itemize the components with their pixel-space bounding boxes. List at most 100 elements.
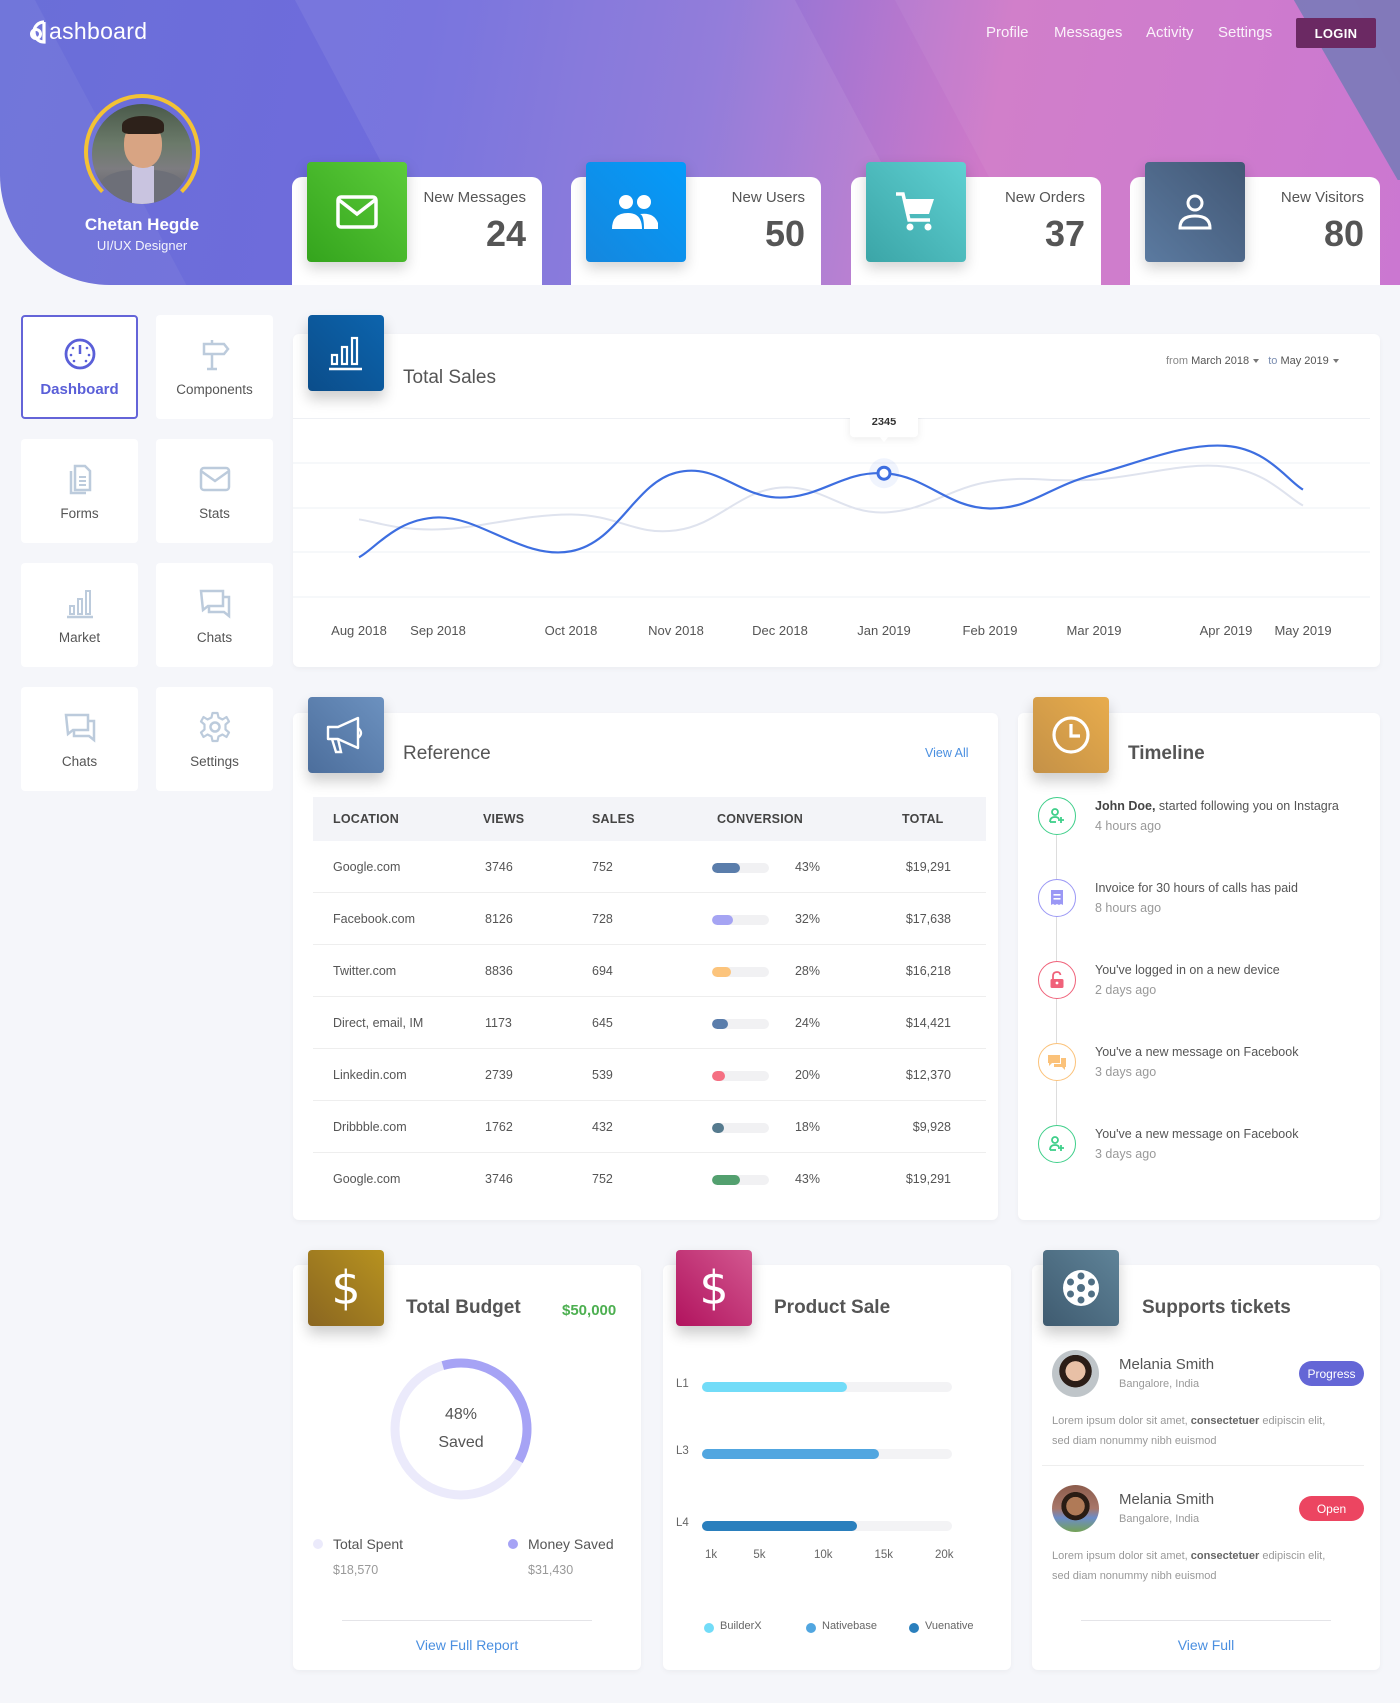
nav-activity[interactable]: Activity (1146, 24, 1194, 41)
dollar-glyph: $ (699, 1261, 729, 1315)
ticket-text: sed diam nonummy nibh euismod (1052, 1435, 1217, 1447)
bar-fill-l1[interactable] (702, 1382, 847, 1392)
view-full-report-link[interactable]: View Full Report (342, 1637, 592, 1653)
timeline-item[interactable]: You've a new message on Facebook 3 days … (1038, 1043, 1378, 1103)
x-tick-label: Mar 2019 (1067, 623, 1122, 638)
sidebar-item-label: Chats (196, 629, 233, 645)
nav-profile[interactable]: Profile (986, 24, 1029, 41)
view-all-link[interactable]: View All (925, 746, 969, 760)
timeline-actor: John Doe, (1095, 799, 1156, 813)
spent-value: $18,570 (333, 1563, 379, 1577)
sidebar-item-label: Stats (199, 505, 230, 521)
sidebar-item-settings[interactable]: Settings (156, 687, 273, 791)
stat-label: New Users (731, 189, 805, 206)
ticket-description: Lorem ipsum dolor sit amet, consectetuer… (1052, 1411, 1372, 1451)
timeline-item[interactable]: Invoice for 30 hours of calls has paid 8… (1038, 879, 1378, 939)
table-row[interactable]: Linkedin.com 2739 539 20% $12,370 (313, 1049, 986, 1101)
status-badge[interactable]: Open (1299, 1496, 1364, 1521)
timeline-time: 4 hours ago (1095, 819, 1162, 833)
profile-name: Chetan Hegde (84, 215, 200, 234)
cell-views: 1762 (485, 1120, 513, 1134)
column-header-views[interactable]: VIEWS (483, 812, 524, 826)
sidebar-item-forms[interactable]: Forms (21, 439, 138, 543)
conversion-bar-fill (712, 915, 734, 925)
ticket-description: Lorem ipsum dolor sit amet, consectetuer… (1052, 1546, 1372, 1586)
table-row[interactable]: Facebook.com 8126 728 32% $17,638 (313, 893, 986, 945)
x-tick-label: Dec 2018 (752, 623, 808, 638)
user-icon (1145, 162, 1245, 262)
ticket-name: Melania Smith (1119, 1491, 1215, 1508)
conversion-bar (712, 1019, 769, 1029)
divider (1042, 1465, 1364, 1466)
logo[interactable]: ashboard (24, 18, 147, 45)
column-header-sales[interactable]: SALES (592, 812, 635, 826)
column-header-total[interactable]: TOTAL (902, 812, 944, 826)
highlight-point[interactable] (876, 465, 892, 481)
cell-conversion: 43% (794, 1172, 820, 1186)
sidebar-item-market[interactable]: Market (21, 563, 138, 667)
stat-label: New Messages (423, 189, 526, 206)
nav-messages[interactable]: Messages (1054, 24, 1122, 41)
sidebar-item-dashboard[interactable]: Dashboard (21, 315, 138, 419)
table-row[interactable]: Google.com 3746 752 43% $19,291 (313, 841, 986, 893)
column-header-location[interactable]: LOCATION (333, 812, 399, 826)
cell-views: 1173 (485, 1016, 512, 1030)
from-date-select[interactable]: March 2018 (1191, 355, 1249, 367)
table-row[interactable]: Google.com 3746 752 43% $19,291 (313, 1153, 986, 1205)
chat-icon (199, 589, 230, 619)
sidebar-item-label: Settings (190, 753, 239, 769)
axis-tick-label: 20k (935, 1549, 954, 1561)
bar-label: L3 (676, 1445, 689, 1457)
ticket-text: Lorem ipsum dolor sit amet, (1052, 1415, 1191, 1427)
ticket-location: Bangalore, India (1119, 1513, 1200, 1525)
ticket-text-bold: consectetuer (1190, 1550, 1260, 1562)
timeline-item[interactable]: John Doe, started following you on Insta… (1038, 797, 1378, 857)
timeline-item[interactable]: You've a new message on Facebook 3 days … (1038, 1125, 1378, 1185)
chevron-down-icon[interactable] (1332, 358, 1339, 363)
to-date-select[interactable]: May 2019 (1280, 355, 1328, 367)
bar-fill-l3[interactable] (702, 1449, 880, 1459)
view-full-link[interactable]: View Full (1081, 1637, 1331, 1653)
sidebar-item-label: Chats (61, 753, 98, 769)
cell-location: Twitter.com (333, 964, 397, 978)
cell-total: $17,638 (905, 912, 951, 926)
timeline-item[interactable]: You've logged in on a new device 2 days … (1038, 961, 1378, 1021)
timeline-message: started following you on Instagra (1155, 799, 1339, 813)
cell-views: 2739 (485, 1068, 513, 1082)
conversion-bar (712, 915, 769, 925)
sidebar-item-components[interactable]: Components (156, 315, 273, 419)
status-badge[interactable]: Progress (1299, 1361, 1364, 1386)
table-row[interactable]: Direct, email, IM 1173 645 24% $14,421 (313, 997, 986, 1049)
timeline-text: Invoice for 30 hours of calls has paid (1095, 881, 1298, 895)
sidebar-item-label: Components (176, 381, 253, 397)
stat-value: 37 (1044, 213, 1085, 254)
timeline-time: 3 days ago (1095, 1147, 1157, 1161)
sidebar-item-chats[interactable]: Chats (156, 563, 273, 667)
table-header: LOCATION VIEWS SALES CONVERSION TOTAL (313, 797, 986, 841)
series-line-current[interactable] (358, 444, 1304, 559)
bar-fill-l4[interactable] (702, 1521, 858, 1531)
column-header-conversion[interactable]: CONVERSION (717, 812, 803, 826)
cell-conversion: 28% (794, 964, 820, 978)
saved-label: Money Saved (528, 1536, 614, 1552)
ticket-avatar[interactable] (1052, 1350, 1099, 1397)
cell-location: Dribbble.com (333, 1120, 407, 1134)
series-line-previous[interactable] (358, 464, 1304, 533)
from-label: from (1166, 355, 1188, 367)
profile-avatar[interactable] (92, 104, 192, 204)
nav-settings[interactable]: Settings (1218, 24, 1272, 41)
donut-saved-arc (390, 1358, 532, 1500)
bar-track (702, 1382, 952, 1392)
table-row[interactable]: Twitter.com 8836 694 28% $16,218 (313, 945, 986, 997)
chevron-down-icon[interactable] (1253, 358, 1260, 363)
sidebar-item-chats-2[interactable]: Chats (21, 687, 138, 791)
sidebar-item-stats[interactable]: Stats (156, 439, 273, 543)
budget-center-label: Saved (438, 1434, 484, 1451)
cell-views: 8836 (485, 964, 513, 978)
divider (342, 1620, 592, 1621)
login-button[interactable]: LOGIN (1296, 18, 1376, 48)
ticket-avatar[interactable] (1052, 1485, 1099, 1532)
axis-tick-label: 10k (813, 1549, 833, 1561)
table-row[interactable]: Dribbble.com 1762 432 18% $9,928 (313, 1101, 986, 1153)
legend-label: Vuenative (925, 1620, 974, 1632)
